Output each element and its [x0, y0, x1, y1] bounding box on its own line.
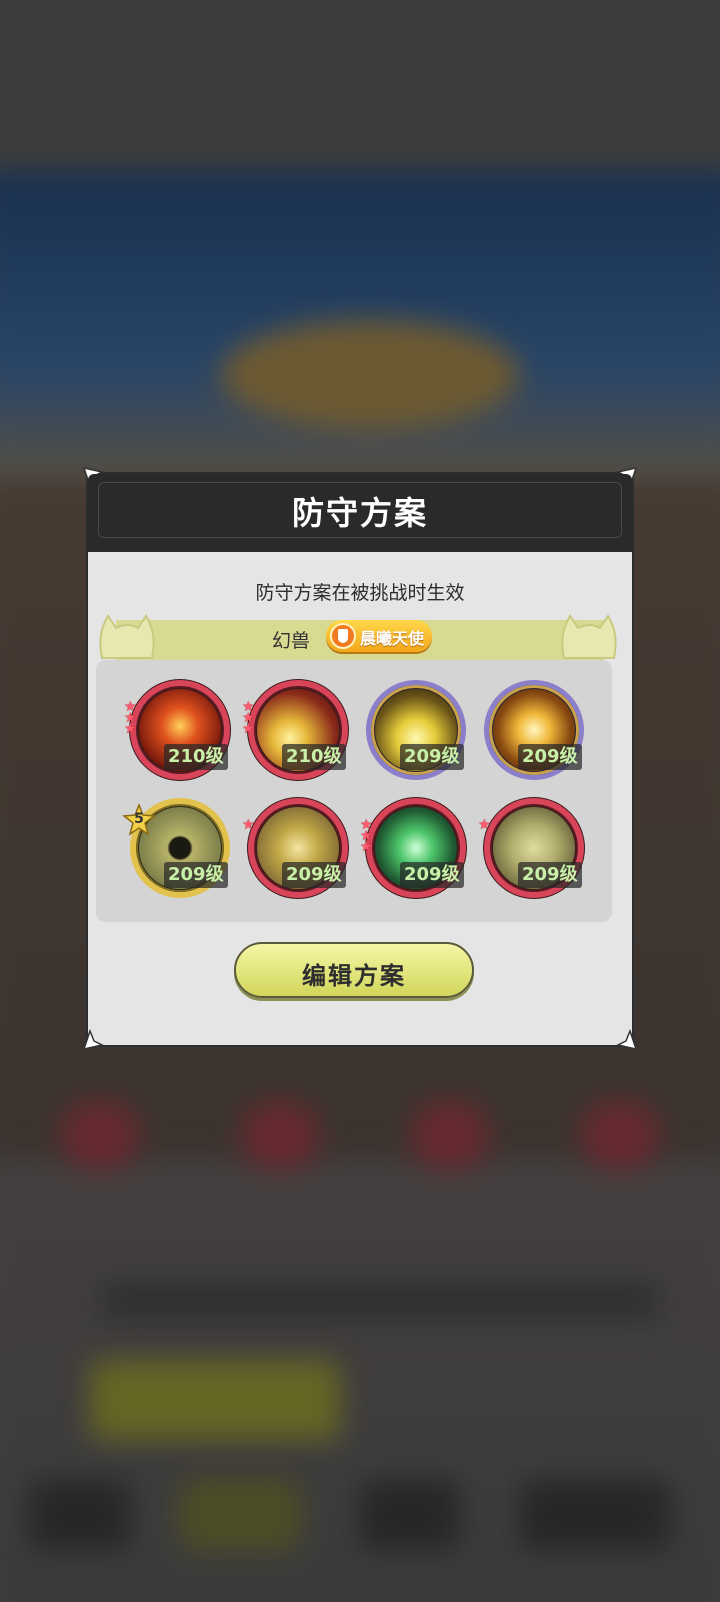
skill-scorpion-icon[interactable]: ★ 209级	[478, 798, 586, 900]
beast-name: 晨曦天使	[360, 629, 425, 648]
skill-stars: ★	[242, 817, 262, 833]
skill-stars: ★ ★ ★	[360, 818, 380, 855]
skill-panel: ★ ★ ★ 210级 ★ ★ ★ 210级 209级 209级 5 209级 ★ 209级 ★ ★ ★ 209级 ★…	[96, 660, 612, 922]
skill-stars: ★	[478, 817, 498, 833]
beast-label: 幻兽	[272, 630, 311, 652]
skill-level: 209级	[164, 862, 228, 888]
dialog-header: 防守方案	[88, 474, 632, 552]
star-icon: ★	[242, 721, 255, 737]
cat-ornament-icon	[96, 608, 158, 662]
dialog-subtitle: 防守方案在被挑战时生效	[255, 582, 465, 604]
skill-heal-orb-icon[interactable]: 5 209级	[122, 798, 232, 900]
skill-stars: ★ ★ ★	[242, 700, 262, 737]
beast-badge[interactable]: 晨曦天使	[326, 620, 432, 652]
skill-gold-sparkle-icon[interactable]: ★ ★ ★ 210级	[242, 680, 350, 782]
skill-gold-burst-icon[interactable]: 209级	[484, 680, 586, 782]
edit-plan-label: 编辑方案	[302, 962, 406, 990]
dialog-title: 防守方案	[291, 494, 428, 532]
star-icon: ★	[360, 839, 373, 855]
skill-level: 209级	[400, 744, 464, 770]
star-icon: ★	[242, 817, 255, 833]
skill-lightning-orb-icon[interactable]: 209级	[366, 680, 468, 782]
skill-stars: ★ ★ ★	[124, 700, 144, 737]
skill-fire-icon[interactable]: ★ ★ ★ 210级	[124, 680, 232, 782]
skill-level: 209级	[282, 862, 346, 888]
star-icon: ★	[478, 817, 491, 833]
star-badge-count: 5	[134, 811, 144, 827]
shield-icon	[330, 623, 356, 649]
star-badge-icon: 5	[122, 802, 156, 836]
corner-ornament-icon	[616, 1029, 638, 1051]
skill-level: 209级	[518, 744, 582, 770]
corner-ornament-icon	[82, 1029, 104, 1051]
skill-level: 210级	[282, 744, 346, 770]
skill-green-claw-icon[interactable]: ★ ★ ★ 209级	[360, 798, 468, 900]
skill-level: 210级	[164, 744, 228, 770]
skill-shield-icon[interactable]: ★ 209级	[242, 798, 350, 900]
skill-level: 209级	[518, 862, 582, 888]
skill-level: 209级	[400, 862, 464, 888]
star-icon: ★	[124, 721, 137, 737]
defense-plan-dialog: 防守方案 防守方案在被挑战时生效 幻兽 晨曦天使 ★ ★ ★ 210级 ★ ★ ★ 210级 2…	[82, 466, 638, 1051]
edit-plan-button[interactable]: 编辑方案	[234, 942, 474, 998]
cat-ornament-icon	[558, 608, 620, 662]
